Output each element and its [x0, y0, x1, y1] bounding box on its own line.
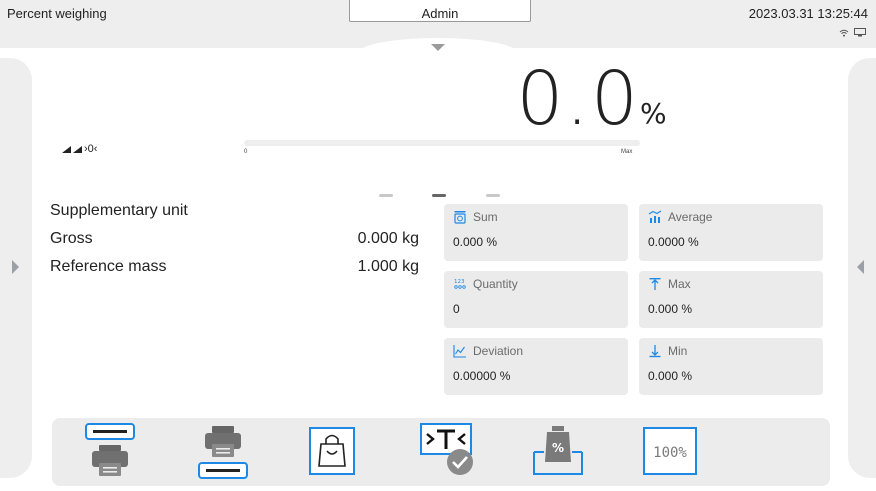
bargraph-min-label: 0	[244, 149, 248, 155]
page-dot-1[interactable]	[379, 194, 393, 197]
stat-value-max: 0.000 %	[648, 302, 693, 316]
bottom-toolbar: % 100%	[52, 418, 830, 486]
min-icon	[649, 345, 661, 358]
date-time: 2023.03.31 13:25:44	[748, 6, 868, 21]
stability-icon-2	[73, 145, 82, 153]
right-panel-arrow-icon[interactable]	[857, 260, 864, 274]
user-name[interactable]: Admin	[349, 6, 531, 21]
page-dot-3[interactable]	[486, 194, 500, 197]
stat-label-max: Max	[668, 277, 691, 291]
reading-unit: %	[640, 97, 667, 130]
header-print-button[interactable]	[82, 418, 138, 486]
left-panel-arrow-icon[interactable]	[12, 260, 19, 274]
footer-print-button[interactable]	[195, 418, 251, 486]
weighing-bargraph	[244, 140, 640, 146]
stat-value-min: 0.000 %	[648, 369, 693, 383]
stat-value-deviation: 0.00000 %	[453, 369, 511, 383]
stat-tile-max[interactable]: Max 0.000 %	[639, 271, 823, 328]
info-label-gross: Gross	[50, 230, 93, 247]
stat-tile-quantity[interactable]: 123 Quantity 0	[444, 271, 628, 328]
reference-mass-button[interactable]: %	[530, 418, 586, 486]
stat-label-min: Min	[668, 344, 688, 358]
max-icon	[649, 278, 661, 290]
wifi-icon	[839, 29, 849, 37]
stat-tile-min[interactable]: Min 0.000 %	[639, 338, 823, 395]
stat-tile-average[interactable]: Average 0.0000 %	[639, 204, 823, 261]
stat-label-quantity: Quantity	[473, 277, 518, 291]
footer-print-icon	[198, 426, 248, 479]
status-icons	[839, 28, 866, 37]
stat-tile-deviation[interactable]: Deviation 0.00000 %	[444, 338, 628, 395]
percent-100-button[interactable]: 100%	[642, 418, 698, 486]
deviation-icon	[453, 345, 466, 358]
stat-value-sum: 0.000 %	[453, 235, 498, 249]
quantity-icon: 123	[454, 279, 466, 289]
pull-down-arrow[interactable]	[431, 44, 445, 51]
bag-icon	[309, 427, 355, 475]
bargraph-max-label: Max	[621, 149, 633, 155]
mass-reading: 0.0	[516, 56, 640, 142]
stability-status: ›0‹	[62, 143, 97, 155]
sum-icon	[454, 211, 466, 224]
mode-title: Percent weighing	[7, 6, 107, 21]
packaging-button[interactable]	[304, 418, 360, 486]
stat-value-quantity: 0	[453, 302, 460, 316]
tare-icon	[420, 423, 473, 475]
reference-mass-icon: %	[533, 426, 583, 475]
stat-value-average: 0.0000 %	[648, 235, 699, 249]
percent-100-icon: 100%	[643, 427, 697, 475]
stat-label-average: Average	[668, 210, 713, 224]
zero-indicator: ›0‹	[84, 143, 98, 155]
average-icon	[648, 210, 662, 223]
info-value-gross: 0.000 kg	[357, 230, 419, 247]
svg-text:123: 123	[454, 279, 465, 285]
stat-label-sum: Sum	[473, 210, 498, 224]
info-value-reference-mass: 1.000 kg	[357, 258, 419, 275]
info-label-supplementary-unit: Supplementary unit	[50, 202, 188, 219]
percent-100-label: 100%	[653, 445, 687, 461]
page-dot-2[interactable]	[432, 194, 446, 197]
tare-button[interactable]	[418, 418, 474, 486]
reference-percent-label: %	[552, 441, 564, 455]
stat-tile-sum[interactable]: Sum 0.000 %	[444, 204, 628, 261]
info-label-reference-mass: Reference mass	[50, 258, 167, 275]
stat-label-deviation: Deviation	[473, 344, 524, 358]
stability-icon	[62, 145, 71, 153]
display-icon	[854, 28, 866, 37]
header-print-icon	[85, 423, 135, 476]
